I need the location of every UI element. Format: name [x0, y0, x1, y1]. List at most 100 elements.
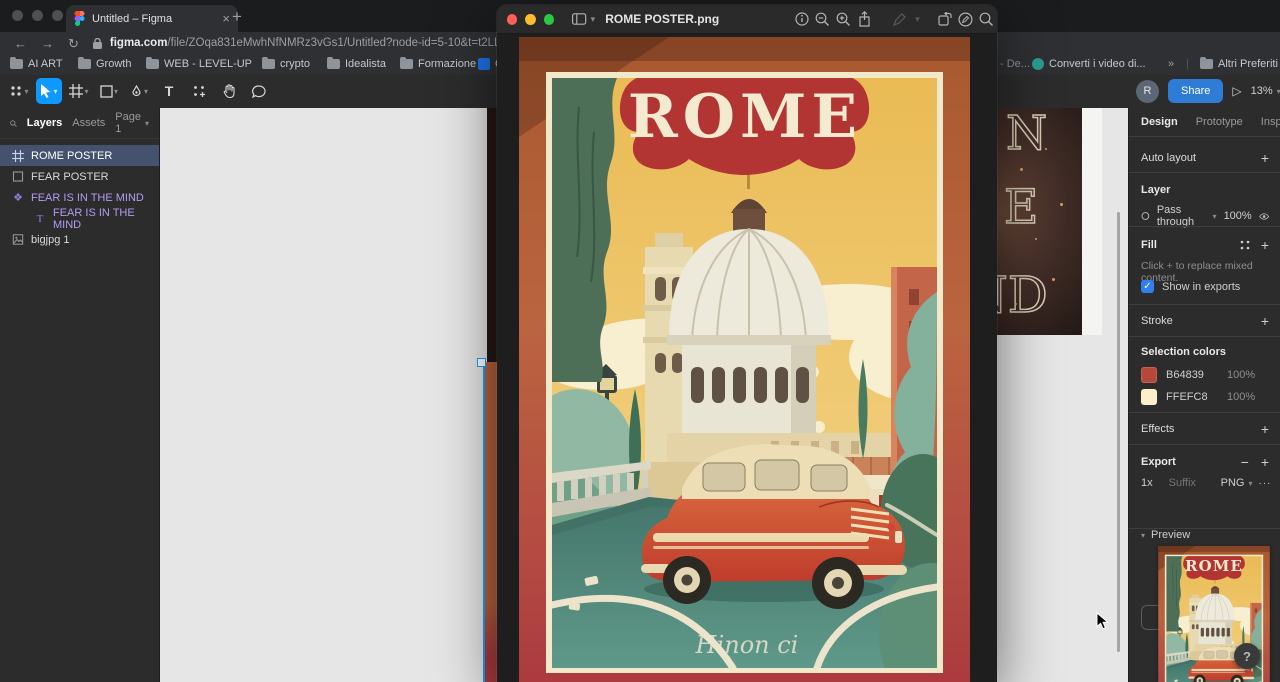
- share-icon[interactable]: [854, 11, 875, 27]
- quicklook-image: [519, 37, 970, 682]
- styles-icon[interactable]: [1239, 239, 1251, 251]
- color-swatch-cream[interactable]: [1141, 389, 1157, 405]
- figma-main-menu[interactable]: ▾: [6, 78, 32, 104]
- zoom-icon[interactable]: [544, 14, 554, 25]
- add-fill-icon[interactable]: +: [1261, 237, 1269, 253]
- info-icon[interactable]: [791, 12, 812, 26]
- bookmark-idealista[interactable]: Idealista: [327, 58, 386, 70]
- layer-row-rome-poster[interactable]: ROME POSTER: [0, 145, 159, 166]
- bookmarks-overflow-icon[interactable]: »: [1168, 58, 1174, 70]
- export-scale[interactable]: 1x: [1141, 477, 1153, 489]
- text-layer-icon: T: [34, 213, 46, 225]
- tab-design[interactable]: Design: [1141, 116, 1178, 128]
- chevron-down-icon[interactable]: ▾: [591, 14, 596, 25]
- window-zoom-icon[interactable]: [52, 10, 63, 21]
- add-auto-layout-icon[interactable]: +: [1261, 150, 1269, 166]
- hand-tool[interactable]: [216, 78, 242, 104]
- frame-tool[interactable]: ▾: [66, 78, 92, 104]
- selection-color-row[interactable]: FFEFC8 100%: [1141, 389, 1269, 405]
- color-swatch-red[interactable]: [1141, 367, 1157, 383]
- folder-icon: [262, 59, 275, 69]
- forward-icon[interactable]: →: [41, 37, 54, 50]
- layer-row-fear-text[interactable]: T FEAR IS IN THE MIND: [0, 208, 159, 229]
- quicklook-window[interactable]: ▾ ROME POSTER.png ▾: [497, 5, 997, 682]
- layer-blend-row: Pass through ▾ 100%: [1141, 204, 1269, 228]
- annotate-icon[interactable]: [955, 12, 976, 27]
- add-export-icon[interactable]: +: [1261, 454, 1269, 470]
- window-close-icon[interactable]: [12, 10, 23, 21]
- show-in-exports-row: ✓ Show in exports: [1141, 280, 1269, 293]
- search-icon[interactable]: [10, 118, 17, 129]
- quicklook-titlebar[interactable]: ▾ ROME POSTER.png ▾: [497, 5, 997, 34]
- close-icon[interactable]: [507, 14, 517, 25]
- canvas-frame-edge[interactable]: [1082, 108, 1102, 335]
- tab-assets[interactable]: Assets: [72, 117, 105, 129]
- collapse-caret-icon: ▾: [1141, 531, 1145, 540]
- rotate-icon[interactable]: [934, 12, 955, 26]
- suffix-input[interactable]: [1167, 476, 1215, 490]
- browser-tab[interactable]: Untitled – Figma ×: [66, 5, 238, 32]
- zoom-in-icon[interactable]: [833, 12, 854, 27]
- bookmark-growth[interactable]: Growth: [78, 58, 131, 70]
- sidebar-icon[interactable]: [572, 13, 586, 25]
- layer-row-fear-poster[interactable]: FEAR POSTER: [0, 166, 159, 187]
- share-button[interactable]: Share: [1168, 79, 1223, 103]
- bookmark-web-level-up[interactable]: WEB - LEVEL-UP: [146, 58, 252, 70]
- present-icon[interactable]: ▷: [1232, 84, 1241, 98]
- eye-icon[interactable]: [1259, 212, 1269, 221]
- tab-close-icon[interactable]: ×: [222, 12, 230, 25]
- add-stroke-icon[interactable]: +: [1261, 313, 1269, 329]
- bookmark-crypto[interactable]: crypto: [262, 58, 310, 70]
- remove-export-icon[interactable]: −: [1241, 454, 1249, 470]
- blend-mode-select[interactable]: Pass through: [1157, 204, 1205, 228]
- tab-layers[interactable]: Layers: [27, 117, 62, 129]
- back-icon[interactable]: ←: [14, 37, 27, 50]
- fear-poster-left-edge[interactable]: [487, 108, 497, 362]
- layer-opacity[interactable]: 100%: [1224, 210, 1252, 222]
- user-avatar[interactable]: R: [1136, 80, 1159, 103]
- layer-row-bigjpg[interactable]: bigjpg 1: [0, 229, 159, 250]
- page-selector[interactable]: Page 1▾: [115, 111, 149, 135]
- selection-color-row[interactable]: B64839 100%: [1141, 367, 1269, 383]
- blend-mode-icon[interactable]: [1141, 210, 1150, 222]
- export-options-icon[interactable]: ···: [1258, 478, 1271, 489]
- export-settings-row: 1x PNG▾ ···: [1141, 476, 1269, 490]
- resources-tool[interactable]: [186, 78, 212, 104]
- frame-icon: [12, 171, 24, 182]
- tab-inspect[interactable]: Inspect: [1261, 116, 1280, 128]
- comment-tool[interactable]: [246, 78, 272, 104]
- bookmark-formazione[interactable]: Formazione: [400, 58, 476, 70]
- selection-handle[interactable]: [477, 358, 486, 367]
- search-icon[interactable]: [976, 12, 997, 27]
- panel-tabs: Design Prototype Inspect: [1141, 116, 1269, 128]
- show-in-exports-checkbox[interactable]: ✓: [1141, 280, 1154, 293]
- move-tool[interactable]: ▾: [36, 78, 62, 104]
- pen-tool[interactable]: ▾: [126, 78, 152, 104]
- minimize-icon[interactable]: [525, 14, 535, 25]
- fear-poster-canvas[interactable]: N E ND: [990, 108, 1082, 335]
- calendar-icon: [478, 58, 490, 70]
- bookmark-altri-preferiti[interactable]: Altri Preferiti: [1200, 58, 1278, 70]
- help-button[interactable]: ?: [1234, 643, 1260, 669]
- bookmark-ai-art[interactable]: AI ART: [10, 58, 63, 70]
- window-minimize-icon[interactable]: [32, 10, 43, 21]
- new-tab-button[interactable]: +: [232, 8, 242, 25]
- shape-tool[interactable]: ▾: [96, 78, 122, 104]
- export-section-header: Export − +: [1141, 454, 1269, 470]
- canvas-scrollbar[interactable]: [1117, 212, 1120, 652]
- frame-icon: [12, 150, 24, 162]
- preview-section-header[interactable]: ▾ Preview: [1141, 529, 1269, 541]
- bookmark-cut[interactable]: - De...: [1000, 58, 1030, 70]
- folder-icon: [327, 59, 340, 69]
- reload-icon[interactable]: ↻: [68, 37, 79, 50]
- folder-icon: [146, 59, 159, 69]
- add-effect-icon[interactable]: +: [1261, 421, 1269, 437]
- layer-row-fear-component[interactable]: ❖ FEAR IS IN THE MIND: [0, 187, 159, 208]
- selection-colors-title: Selection colors: [1141, 346, 1269, 358]
- export-format-select[interactable]: PNG▾: [1221, 477, 1253, 489]
- zoom-out-icon[interactable]: [812, 12, 833, 27]
- zoom-menu[interactable]: 13%▾: [1251, 85, 1280, 97]
- text-tool[interactable]: T: [156, 78, 182, 104]
- tab-prototype[interactable]: Prototype: [1196, 116, 1243, 128]
- bookmark-converti[interactable]: Converti i video di...: [1032, 58, 1146, 70]
